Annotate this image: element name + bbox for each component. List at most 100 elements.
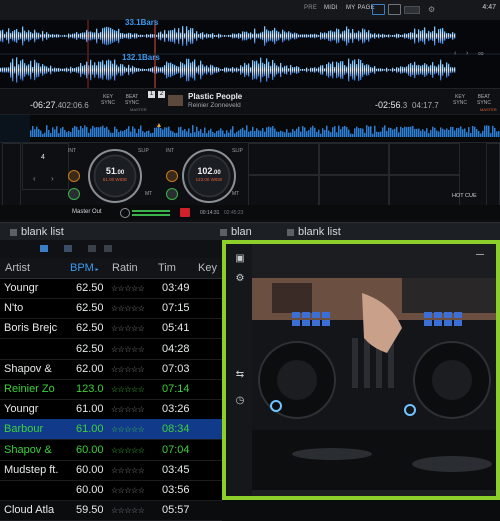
zoom-out-icon[interactable]: ‹ [454,50,456,57]
overview-segment [306,131,308,137]
layout-icon[interactable] [372,4,385,15]
waveform-segment [446,62,448,78]
table-row[interactable]: 62.50 ☆☆☆☆☆ 04:28 [0,339,222,360]
menu-pre[interactable]: PRE [304,5,317,11]
settings-icon[interactable]: ⚙ [428,5,435,14]
cue-button-left[interactable] [68,170,80,182]
waveform-segment [386,67,388,73]
waveform-segment [106,60,108,80]
waveform-segment [384,34,386,38]
waveform-segment [258,33,260,39]
window-icon[interactable] [388,4,401,15]
waveform-segment [356,64,358,76]
overview-segment [378,131,380,137]
deck-right-master[interactable]: MASTER [480,107,497,113]
waveform-segment [164,29,166,43]
zoom-in-icon[interactable]: › [466,50,468,57]
pad-3[interactable] [388,143,460,176]
waveform-segment [64,34,66,38]
deck-right-beat-sync[interactable]: BEAT SYNC [476,94,492,106]
overview-segment [166,127,168,137]
menu-my-page[interactable]: MY PAGE [346,5,375,11]
cue-button-right[interactable] [166,170,178,182]
col-bpm[interactable]: BPM ▸ [70,262,99,274]
waveform-segment [164,65,166,75]
prev-icon[interactable]: ‹ [33,174,36,183]
pad-2[interactable] [318,143,390,176]
play-button-right[interactable] [166,188,178,200]
link-icon[interactable]: ∞ [478,49,484,58]
overview-segment [352,133,354,137]
headphone-icon[interactable] [120,208,130,218]
art-view-icon[interactable] [88,245,96,252]
jog-wheel-right[interactable]: 102.00 123.00 WIDE [182,149,236,203]
left-panel[interactable]: 4 ‹ › [22,143,69,190]
waveform-segment [272,30,274,42]
left-pad-column[interactable] [2,143,21,207]
table-row[interactable]: Cloud Atla 59.50 ☆☆☆☆☆ 05:57 [0,500,222,521]
waveform-segment [420,30,422,42]
col-rating[interactable]: Ratin [112,262,138,274]
table-row[interactable]: Youngr 62.50 ☆☆☆☆☆ 03:49 [0,278,222,299]
zoom-controls[interactable]: ‹ › ∞ [454,48,498,62]
table-row[interactable]: N'to 62.50 ☆☆☆☆☆ 07:15 [0,298,222,320]
tab-blank-2[interactable]: blan [220,223,252,241]
deck-left-key-sync[interactable]: KEY SYNC [100,94,116,106]
tab-blank-list-1[interactable]: blank list [10,223,64,241]
detail-view-icon[interactable] [104,245,112,252]
waveform-segment [126,67,128,73]
waveform-segment [206,65,208,75]
table-row[interactable]: Boris Brejc 62.50 ☆☆☆☆☆ 05:41 [0,318,222,340]
table-row[interactable]: Reinier Zo 123.0 ☆☆☆☆☆ 07:14 [0,379,222,400]
pad-6[interactable] [388,174,460,207]
table-row[interactable]: Shapov & 60.00 ☆☆☆☆☆ 07:04 [0,440,222,461]
hot-cue-label[interactable]: HOT CUE [452,193,477,199]
table-row[interactable]: Barbour 61.00 ☆☆☆☆☆ 08:34 [0,419,222,441]
table-row[interactable]: Youngr 61.00 ☆☆☆☆☆ 03:26 [0,399,222,421]
waveform-segment [226,35,228,37]
col-key[interactable]: Key [198,262,217,274]
overview-segment [74,125,76,137]
waveform-segment [106,26,108,46]
overview-waveform[interactable] [0,114,500,143]
overview-segment [46,125,48,137]
menu-midi[interactable]: MIDI [324,5,338,11]
deck-left-master[interactable]: MASTER [130,107,147,113]
overview-segment [308,130,310,137]
pad-5[interactable] [318,174,390,207]
waveform-area[interactable]: 33.1Bars 132.1Bars ‹ › ∞ [0,18,500,88]
list-view-icon[interactable] [40,245,48,252]
overview-segment [66,132,68,137]
table-row[interactable]: Shapov & 62.00 ☆☆☆☆☆ 07:03 [0,359,222,380]
waveform-segment [288,68,290,72]
table-row[interactable]: 60.00 ☆☆☆☆☆ 03:56 [0,480,222,501]
col-time[interactable]: Tim [158,262,176,274]
pad-4[interactable] [248,174,320,207]
deck-right-key-sync[interactable]: KEY SYNC [452,94,468,106]
deck-left-beat-sync[interactable]: BEAT SYNC [124,94,140,106]
int-label: INT [68,148,77,154]
right-pad-column[interactable] [486,143,500,207]
table-row[interactable]: Mudstep ft. 60.00 ☆☆☆☆☆ 03:45 [0,460,222,481]
waveform-segment [118,28,120,44]
waveform-segment [350,32,352,40]
time-cell: 07:03 [162,362,190,375]
pad-1[interactable] [248,143,320,176]
jog-wheel-left[interactable]: 51.00 61.00 WIDE [88,149,142,203]
waveform-segment [4,67,6,73]
waveform-segment [262,62,264,78]
grid-view-icon[interactable] [64,245,72,252]
waveform-segment [128,32,130,40]
col-artist[interactable]: Artist [5,262,30,274]
overview-segment [264,131,266,137]
waveform-segment [50,34,52,38]
overview-segment [318,129,320,137]
rec-toggle[interactable] [404,6,420,14]
waveform-segment [410,32,412,40]
next-icon[interactable]: › [51,174,54,183]
tab-blank-list-3[interactable]: blank list [287,223,341,241]
overview-segment [68,131,70,137]
play-button-left[interactable] [68,188,80,200]
record-button[interactable] [180,208,190,217]
artist-cell: Shapov & [4,362,52,375]
